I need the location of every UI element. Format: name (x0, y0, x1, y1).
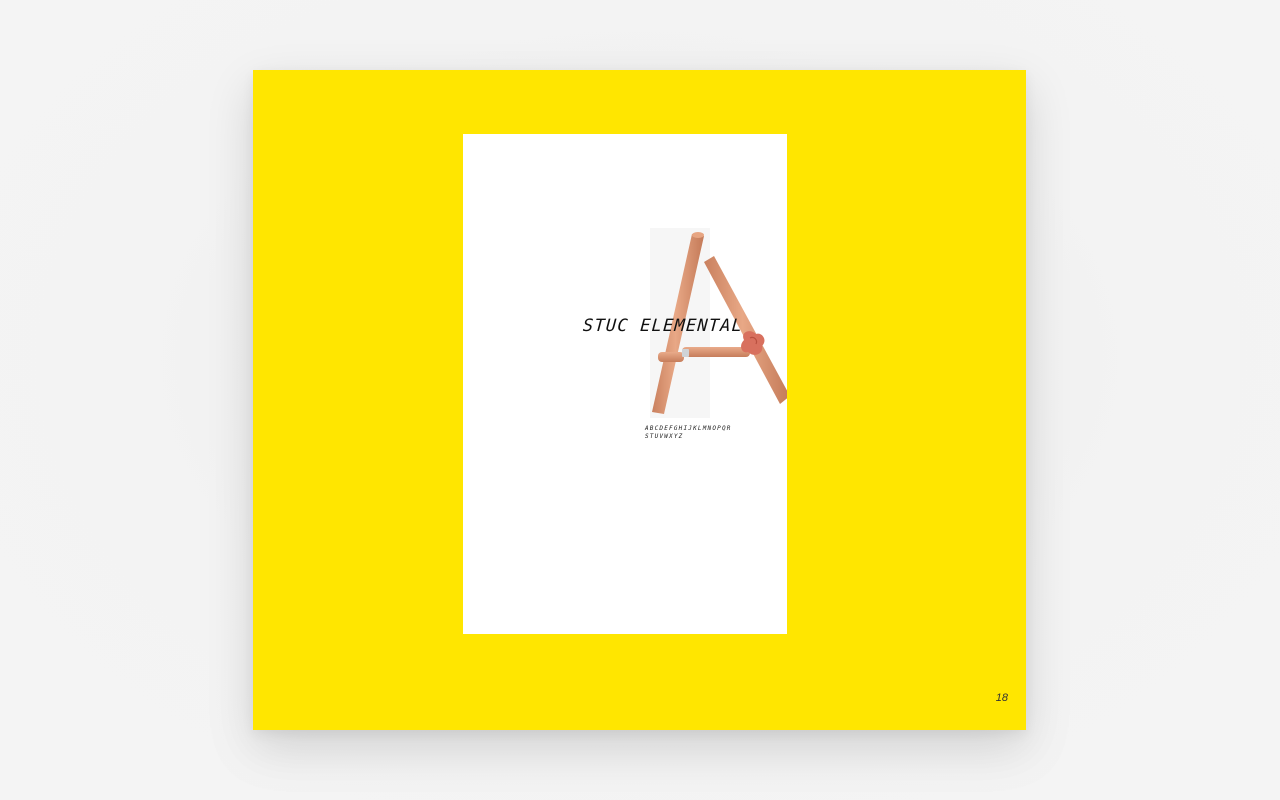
poster-page: STUC ELEMENTAL ABCDEFGHIJKLMNOPQR STUVWX… (463, 134, 787, 634)
rubber-joint (741, 331, 765, 355)
crossbar-stub (658, 352, 684, 362)
typeface-title: STUC ELEMENTAL (582, 316, 744, 336)
viewer-background: STUC ELEMENTAL ABCDEFGHIJKLMNOPQR STUVWX… (0, 0, 1280, 800)
stick-end-top (692, 232, 704, 238)
crossbar-stick (682, 347, 750, 357)
alphabet-specimen: ABCDEFGHIJKLMNOPQR STUVWXYZ (645, 425, 755, 441)
metal-connector (682, 349, 689, 357)
alphabet-line-1: ABCDEFGHIJKLMNOPQR (645, 425, 732, 432)
alphabet-line-2: STUVWXYZ (645, 433, 684, 440)
book-spread: STUC ELEMENTAL ABCDEFGHIJKLMNOPQR STUVWX… (253, 70, 1026, 730)
page-number: 18 (995, 692, 1008, 704)
